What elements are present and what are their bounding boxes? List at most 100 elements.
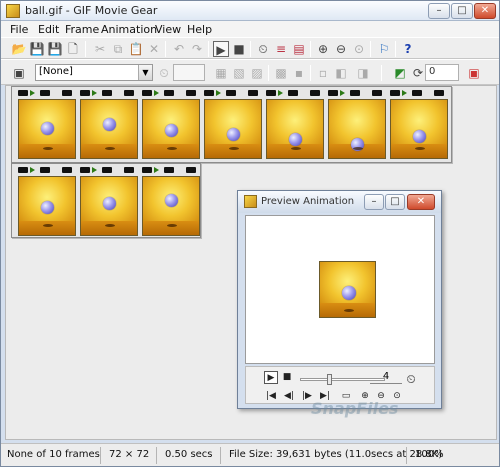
edit-frame-icon[interactable]: ▩ (273, 65, 289, 81)
sprocket-mark (310, 90, 320, 96)
prev-frame-icon[interactable]: ◀| (282, 390, 296, 402)
title-bar[interactable]: ball.gif - GIF Movie Gear – □ ✕ (1, 1, 499, 21)
status-bar: None of 10 frames 72 × 72 0.50 secs File… (1, 443, 499, 466)
rotate-icon[interactable]: ◧ (333, 65, 349, 81)
palette-icon[interactable]: ▤ (291, 41, 307, 57)
help-icon[interactable]: ? (400, 41, 416, 57)
crop-icon[interactable]: ▪ (291, 65, 307, 81)
status-filesize: File Size: 39,631 bytes (11.0secs at 28.… (225, 447, 442, 464)
first-frame-icon[interactable]: |◀ (264, 390, 278, 402)
loop-count-field[interactable]: 0 (425, 64, 459, 81)
status-delay: 0.50 secs (161, 447, 221, 464)
sprocket-mark (80, 167, 90, 173)
menu-edit[interactable]: Edit (38, 23, 59, 36)
maximize-button[interactable]: □ (451, 3, 473, 19)
preview-timer-icon[interactable]: ⏲ (403, 373, 419, 385)
flip-icon[interactable]: ◨ (355, 65, 371, 81)
sprocket-mark (62, 167, 72, 173)
frame-thumbnail[interactable] (142, 99, 200, 159)
zoom-in-icon[interactable]: ⊕ (315, 41, 331, 57)
frame-select-icon[interactable]: ▣ (11, 65, 27, 81)
menu-file[interactable]: File (10, 23, 28, 36)
frame-thumbnail[interactable] (18, 176, 76, 236)
zoom-fit-icon[interactable]: ⊙ (351, 41, 367, 57)
sprocket-mark (102, 167, 112, 173)
timing-icon[interactable]: ⏲ (255, 41, 271, 57)
window-title: ball.gif - GIF Movie Gear (25, 4, 158, 17)
frame-thumbnail[interactable] (80, 99, 138, 159)
play-icon[interactable]: ▶ (213, 41, 229, 57)
resize-icon[interactable]: ▫ (315, 65, 331, 81)
disposal-icon[interactable]: ▧ (231, 65, 247, 81)
new-icon[interactable]: 🗋 (65, 41, 81, 57)
sprocket-mark (412, 90, 422, 96)
cut-icon[interactable]: ✂ (92, 41, 108, 57)
sprocket-mark (18, 167, 28, 173)
frame-thumbnail[interactable] (266, 99, 324, 159)
ball-sprite (103, 118, 116, 131)
delay-field[interactable] (173, 64, 205, 81)
ball-sprite (227, 128, 240, 141)
undo-icon[interactable]: ↶ (171, 41, 187, 57)
frame-thumbnail[interactable] (390, 99, 448, 159)
sprocket-mark (248, 90, 258, 96)
frame-thumbnail[interactable] (80, 176, 138, 236)
menu-frame[interactable]: Frame (65, 23, 99, 36)
sprocket-mark (186, 90, 196, 96)
toolbar-separator (85, 41, 86, 57)
toolbar-separator (250, 41, 251, 57)
frame-thumbnail[interactable] (204, 99, 262, 159)
frame-thumbnail[interactable] (328, 99, 386, 159)
redo-icon[interactable]: ↷ (189, 41, 205, 57)
ball-sprite (289, 133, 302, 146)
loop-icon: ⟳ (412, 66, 424, 80)
frame-marker-icon (154, 167, 160, 173)
open-icon[interactable]: 📂 (11, 41, 27, 57)
zoom-out-icon[interactable]: ⊖ (333, 41, 349, 57)
frame-marker-icon (340, 90, 346, 96)
frame-marker-icon (30, 167, 36, 173)
sprocket-mark (288, 90, 298, 96)
delete-icon[interactable]: ✕ (146, 41, 162, 57)
transparency-icon[interactable]: ▦ (213, 65, 229, 81)
menu-animation[interactable]: Animation (101, 23, 157, 36)
ball-sprite (413, 130, 426, 143)
paste-icon[interactable]: 📋 (128, 41, 144, 57)
frame-number-field[interactable]: 4 (370, 369, 402, 384)
frame-thumbnail[interactable] (18, 99, 76, 159)
stop-icon[interactable]: ■ (231, 41, 247, 57)
save-icon[interactable]: 💾 (29, 41, 45, 57)
toolbar-separator (268, 65, 269, 81)
minimize-button[interactable]: – (428, 3, 450, 19)
frame-properties-combo[interactable]: [None] ▼ (35, 64, 153, 81)
preview-app-icon (244, 195, 257, 208)
offset-icon[interactable]: ▨ (249, 65, 265, 81)
properties-icon[interactable]: ▣ (466, 65, 482, 81)
sprocket-mark (226, 90, 236, 96)
sprocket-mark (204, 90, 214, 96)
preview-stop-icon[interactable]: ■ (282, 371, 292, 383)
optimize-icon[interactable]: ≡ (273, 41, 289, 57)
frame-marker-icon (216, 90, 222, 96)
slider-thumb[interactable] (327, 374, 332, 385)
copy-icon[interactable]: ⧉ (110, 41, 126, 57)
preview-title-bar[interactable]: Preview Animation – □ ✕ (238, 191, 441, 213)
frame-toolbar: ▣ [None] ▼ ⏲ ▦ ▧ ▨ ▩ ▪ ▫ ◧ ◨ ◩ ⟳ 0 ▣ (1, 59, 499, 85)
sprocket-mark (40, 90, 50, 96)
close-button[interactable]: ✕ (474, 3, 496, 19)
preview-minimize-button[interactable]: – (364, 194, 384, 210)
marker-icon[interactable]: ⚐ (376, 41, 392, 57)
menu-help[interactable]: Help (187, 23, 212, 36)
save-as-icon[interactable]: 💾 (47, 41, 63, 57)
sprocket-mark (164, 90, 174, 96)
ball-sprite (165, 194, 178, 207)
frame-thumbnail[interactable] (142, 176, 200, 236)
color-icon[interactable]: ◩ (392, 65, 408, 81)
preview-play-icon[interactable]: ▶ (264, 371, 278, 384)
sprocket-mark (40, 167, 50, 173)
chevron-down-icon[interactable]: ▼ (138, 65, 152, 80)
preview-close-button[interactable]: ✕ (407, 194, 435, 210)
sprocket-mark (102, 90, 112, 96)
preview-maximize-button[interactable]: □ (385, 194, 405, 210)
menu-view[interactable]: View (155, 23, 181, 36)
